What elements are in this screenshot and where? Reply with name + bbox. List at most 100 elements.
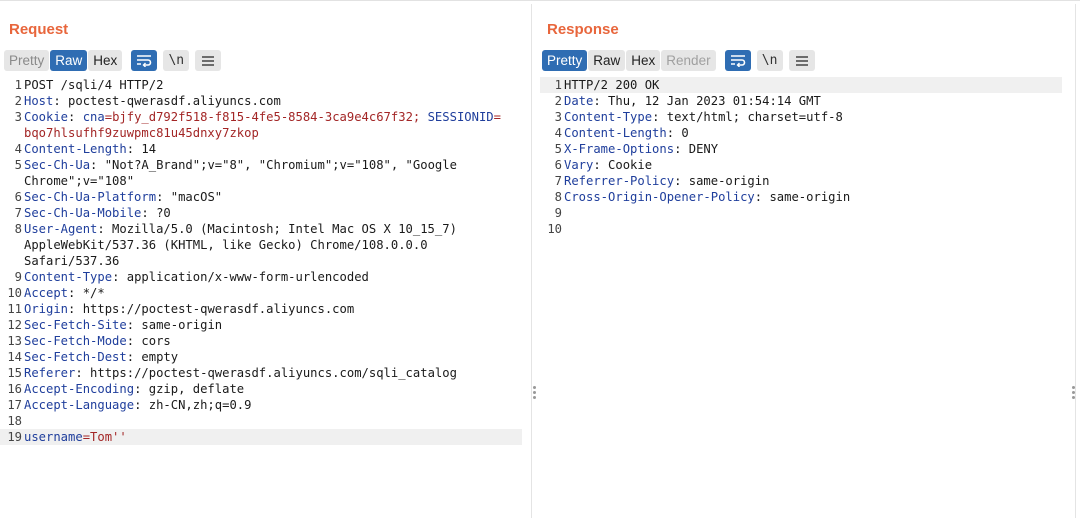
header-value: : same-origin [126, 318, 223, 332]
request-tab-hex[interactable]: Hex [88, 50, 123, 71]
code-line: 11 Origin: https://poctest-qwerasdf.aliyu… [0, 301, 522, 317]
response-tab-hex[interactable]: Hex [626, 50, 661, 71]
line-number: 14 [7, 350, 22, 364]
line-number: 13 [7, 334, 22, 348]
header-value: : zh-CN,zh;q=0.9 [134, 398, 252, 412]
line-number: 3 [554, 110, 562, 124]
header-value: : 0 [666, 126, 689, 140]
code-line: 13 Sec-Fetch-Mode: cors [0, 333, 522, 349]
code-line: Chrome";v="108" [0, 173, 522, 189]
code-line: 19 username=Tom'' [0, 429, 522, 445]
header-value: : application/x-www-form-urlencoded [112, 270, 369, 284]
header-name: Sec-Fetch-Mode [24, 334, 127, 348]
newline-glyph: \n [168, 53, 185, 68]
header-name: Accept-Encoding [24, 382, 135, 396]
code-line: 4 Content-Length: 0 [540, 125, 1062, 141]
line-number: 3 [14, 110, 22, 124]
header-name: Accept [24, 286, 69, 300]
hamburger-menu-icon[interactable] [195, 50, 222, 71]
code-line: 14 Sec-Fetch-Dest: empty [0, 349, 522, 365]
response-panel: Response Pretty Raw Hex Render \n 1 HTTP/… [540, 4, 1076, 518]
line-text: POST /sqli/4 HTTP/2 [24, 78, 164, 92]
header-value: : */* [68, 286, 105, 300]
request-title: Request [9, 21, 69, 38]
header-name: Accept-Language [24, 398, 135, 412]
header-name: Host [24, 94, 54, 108]
header-name: User-Agent [24, 222, 98, 236]
header-value: : "Not?A_Brand";v="8", "Chromium";v="108… [90, 158, 457, 172]
wrap-lines-icon[interactable] [724, 50, 751, 71]
show-newlines-icon[interactable]: \n [163, 50, 190, 71]
cookie-name: SESSIONID [427, 110, 494, 124]
header-value: : DENY [674, 142, 719, 156]
response-tab-render[interactable]: Render [661, 50, 716, 71]
request-tab-pretty[interactable]: Pretty [4, 50, 50, 71]
code-line: 2 Date: Thu, 12 Jan 2023 01:54:14 GMT [540, 93, 1062, 109]
response-title: Response [547, 21, 619, 38]
line-number: 7 [554, 174, 562, 188]
header-value: : same-origin [674, 174, 770, 188]
header-name: Date [564, 94, 594, 108]
code-line: 1 POST /sqli/4 HTTP/2 [0, 77, 522, 93]
header-value: : [68, 110, 83, 124]
line-number: 12 [7, 318, 22, 332]
line-number: 4 [14, 142, 22, 156]
line-number: 2 [14, 94, 22, 108]
header-value: : same-origin [754, 190, 851, 204]
resize-handle[interactable] [1072, 386, 1075, 401]
header-name: Content-Length [564, 126, 667, 140]
wrap-lines-icon[interactable] [131, 50, 158, 71]
request-tab-raw[interactable]: Raw [50, 50, 88, 71]
code-line: 15 Referer: https://poctest-qwerasdf.aliy… [0, 365, 522, 381]
header-value: : poctest-qwerasdf.aliyuncs.com [53, 94, 281, 108]
code-line: 8 User-Agent: Mozilla/5.0 (Macintosh; Int… [0, 221, 522, 237]
code-line: 5 Sec-Ch-Ua: "Not?A_Brand";v="8", "Chromi… [0, 157, 522, 173]
code-line: 2 Host: poctest-qwerasdf.aliyuncs.com [0, 93, 522, 109]
header-name: Cross-Origin-Opener-Policy [564, 190, 755, 204]
code-line: 10 [540, 221, 1062, 237]
response-editor[interactable]: 1 HTTP/2 200 OK 2 Date: Thu, 12 Jan 2023 01… [540, 77, 1062, 237]
hamburger-menu-icon[interactable] [788, 50, 815, 71]
request-editor[interactable]: 1 POST /sqli/4 HTTP/2 2 Host: poctest-qwera… [0, 77, 522, 445]
header-name: Vary [564, 158, 594, 172]
code-line: 7 Referrer-Policy: same-origin [540, 173, 1062, 189]
line-number: 17 [7, 398, 22, 412]
line-number: 10 [547, 222, 562, 236]
cookie-name: cna [82, 110, 105, 124]
line-number: 9 [14, 270, 22, 284]
param-name: username [24, 430, 83, 444]
code-line: 10 Accept: */* [0, 285, 522, 301]
header-name: Origin [24, 302, 69, 316]
line-number: 9 [554, 206, 562, 220]
code-line: AppleWebKit/537.36 (KHTML, like Gecko) C… [0, 237, 522, 253]
line-number: 11 [7, 302, 22, 316]
request-panel: Request Pretty Raw Hex \n 1 POST /sqli/4 … [0, 4, 536, 518]
resize-handle[interactable] [533, 386, 536, 401]
code-line: 18 [0, 413, 522, 429]
code-line: 6 Vary: Cookie [540, 157, 1062, 173]
header-name: Referer [24, 366, 76, 380]
header-name: Cookie [24, 110, 69, 124]
line-continuation: Chrome";v="108" [24, 174, 135, 188]
header-value: : Mozilla/5.0 (Macintosh; Intel Mac OS X… [97, 222, 457, 236]
code-line: 9 Content-Type: application/x-www-form-ur… [0, 269, 522, 285]
header-name: X-Frame-Options [564, 142, 675, 156]
header-name: Sec-Fetch-Site [24, 318, 127, 332]
code-line: 9 [540, 205, 1062, 221]
header-value: : empty [126, 350, 179, 364]
line-number: 18 [7, 414, 22, 428]
header-value: : gzip, deflate [134, 382, 245, 396]
line-number: 5 [554, 142, 562, 156]
header-value: : Thu, 12 Jan 2023 01:54:14 GMT [593, 94, 821, 108]
line-number: 2 [554, 94, 562, 108]
line-continuation: AppleWebKit/537.36 (KHTML, like Gecko) C… [24, 238, 428, 252]
header-name: Sec-Ch-Ua [24, 158, 91, 172]
response-tab-pretty[interactable]: Pretty [542, 50, 588, 71]
param-value: =Tom'' [82, 430, 127, 444]
line-number: 4 [554, 126, 562, 140]
response-tab-raw[interactable]: Raw [588, 50, 626, 71]
show-newlines-icon[interactable]: \n [756, 50, 783, 71]
line-number: 6 [554, 158, 562, 172]
code-line: 16 Accept-Encoding: gzip, deflate [0, 381, 522, 397]
code-line: 3 Content-Type: text/html; charset=utf-8 [540, 109, 1062, 125]
